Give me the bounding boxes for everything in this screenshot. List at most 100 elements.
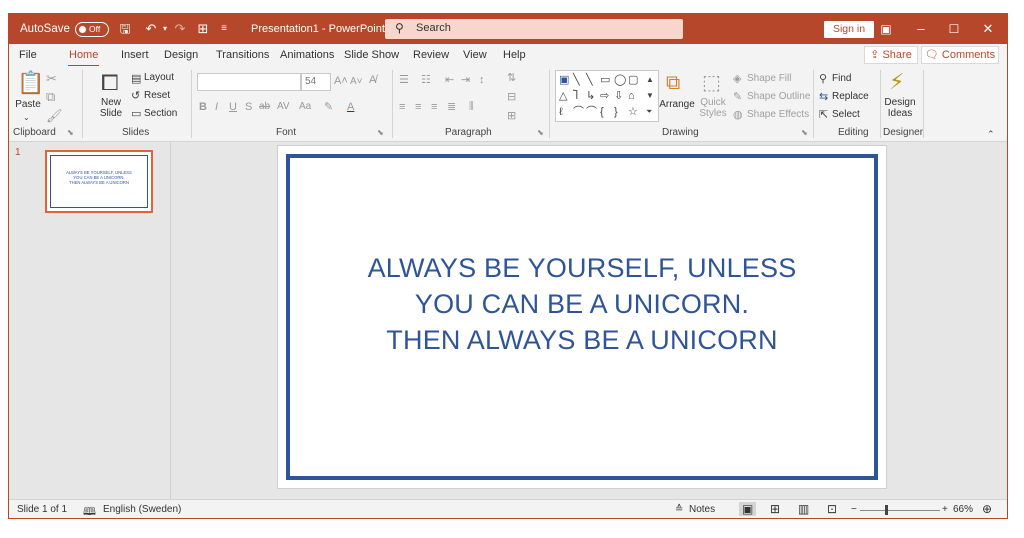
search-box[interactable]: ⚲ Search: [385, 19, 683, 39]
increase-indent-icon[interactable]: ⇥: [461, 73, 470, 87]
close-icon[interactable]: ✕: [973, 14, 1003, 44]
arrange-button[interactable]: Arrange: [659, 99, 695, 110]
start-from-beginning-icon[interactable]: ⊞: [195, 21, 211, 37]
align-left-icon[interactable]: ≡: [399, 100, 405, 114]
smartart-icon[interactable]: ⊞: [507, 109, 516, 123]
drawing-launcher-icon[interactable]: ⬊: [801, 128, 808, 137]
comments-button[interactable]: 🗨 Comments: [921, 46, 999, 64]
cut-icon[interactable]: ✂: [46, 72, 57, 86]
shape-fill-button[interactable]: Shape Fill: [747, 73, 791, 84]
clear-formatting-icon[interactable]: A̸: [369, 73, 376, 87]
tab-review[interactable]: Review: [413, 49, 449, 61]
tab-insert[interactable]: Insert: [121, 49, 149, 61]
decrease-indent-icon[interactable]: ⇤: [445, 73, 454, 87]
tab-file[interactable]: File: [19, 49, 37, 61]
numbering-icon[interactable]: ☷: [421, 73, 431, 87]
elbow-arrow-icon[interactable]: ↳: [586, 89, 595, 103]
zoom-level[interactable]: 66%: [953, 504, 973, 515]
section-button[interactable]: Section: [144, 108, 177, 119]
maximize-icon[interactable]: ☐: [939, 14, 969, 44]
font-launcher-icon[interactable]: ⬊: [377, 128, 384, 137]
highlight-icon[interactable]: ✎: [324, 100, 333, 114]
share-button[interactable]: ⇪ Share: [864, 46, 918, 64]
brace-left-shape-icon[interactable]: {: [600, 105, 604, 119]
arrange-icon[interactable]: ⧉: [666, 72, 680, 94]
tab-transitions[interactable]: Transitions: [216, 49, 269, 61]
right-arrow-shape-icon[interactable]: ⇨: [600, 89, 609, 103]
design-ideas-label-1[interactable]: Design: [881, 97, 919, 108]
slide-canvas[interactable]: ALWAYS BE YOURSELF, UNLESS YOU CAN BE A …: [277, 145, 887, 489]
tab-home[interactable]: Home: [69, 49, 98, 61]
sign-in-button[interactable]: Sign in: [824, 21, 874, 38]
elbow-connector-icon[interactable]: Ⴈ: [573, 89, 578, 103]
arc-shape-icon[interactable]: ⌒: [586, 105, 597, 119]
rounded-rect-shape-icon[interactable]: ▢: [628, 73, 638, 87]
arrow-line-shape-icon[interactable]: ╲: [586, 73, 593, 87]
rectangle-shape-icon[interactable]: ▭: [600, 73, 610, 87]
notes-button[interactable]: Notes: [689, 504, 715, 515]
slide-text-box[interactable]: ALWAYS BE YOURSELF, UNLESS YOU CAN BE A …: [278, 250, 886, 358]
tab-animations[interactable]: Animations: [280, 49, 334, 61]
accessibility-icon[interactable]: 🕮: [83, 503, 96, 518]
strikethrough-icon[interactable]: ab: [259, 100, 270, 114]
triangle-shape-icon[interactable]: △: [559, 89, 567, 103]
font-color-icon[interactable]: A: [347, 100, 354, 114]
flowchart-shape-icon[interactable]: ⌂: [628, 89, 635, 103]
tab-slide-show[interactable]: Slide Show: [344, 49, 399, 61]
quick-styles-label-1[interactable]: Quick: [695, 97, 731, 108]
brace-right-shape-icon[interactable]: }: [614, 105, 618, 119]
design-ideas-label-2[interactable]: Ideas: [881, 108, 919, 119]
columns-icon[interactable]: ⫼: [469, 100, 474, 114]
zoom-slider[interactable]: [860, 510, 940, 511]
shape-effects-icon[interactable]: ◍: [733, 108, 743, 122]
find-icon[interactable]: ⚲: [819, 72, 827, 86]
copy-icon[interactable]: ⧉: [46, 90, 55, 104]
underline-icon[interactable]: U: [229, 100, 237, 114]
shapes-gallery[interactable]: ▣ ╲ ╲ ▭ ◯ ▢ △ Ⴈ ↳ ⇨ ⇩ ⌂ ℓ ⌒ ⌒ { } ☆ ▲ ▼ …: [555, 70, 659, 122]
shadow-icon[interactable]: S: [245, 100, 252, 114]
design-ideas-icon[interactable]: ⚡: [889, 70, 904, 94]
tab-help[interactable]: Help: [503, 49, 526, 61]
text-direction-icon[interactable]: ⇅: [507, 71, 516, 85]
collapse-ribbon-icon[interactable]: ⌃: [987, 127, 995, 141]
align-text-icon[interactable]: ⊟: [507, 90, 516, 104]
slide-sorter-icon[interactable]: ⊞: [770, 502, 780, 516]
quick-styles-icon[interactable]: ⬚: [702, 72, 721, 94]
new-slide-icon[interactable]: ⧠: [101, 71, 119, 95]
curve-shape-icon[interactable]: ℓ: [559, 105, 563, 119]
minimize-icon[interactable]: –: [906, 14, 936, 44]
layout-icon[interactable]: ▤: [131, 72, 141, 86]
justify-icon[interactable]: ≣: [447, 100, 456, 114]
zoom-out-icon[interactable]: −: [851, 504, 857, 515]
select-button[interactable]: Select: [832, 109, 860, 120]
paragraph-launcher-icon[interactable]: ⬊: [537, 128, 544, 137]
new-slide-label-1[interactable]: New: [93, 97, 129, 108]
customize-qat-icon[interactable]: ≡: [216, 21, 232, 37]
decrease-font-icon[interactable]: A˅: [350, 75, 363, 89]
character-spacing-icon[interactable]: AV: [277, 100, 290, 114]
notes-icon[interactable]: ≙: [675, 504, 683, 515]
slideshow-icon[interactable]: ⊡: [827, 502, 837, 516]
tab-view[interactable]: View: [463, 49, 487, 61]
gallery-more-icon[interactable]: ⏷: [646, 105, 652, 119]
tab-design[interactable]: Design: [164, 49, 198, 61]
gallery-scroll-up-icon[interactable]: ▲: [646, 73, 654, 87]
oval-shape-icon[interactable]: ◯: [614, 73, 626, 87]
shape-fill-icon[interactable]: ◈: [733, 72, 741, 86]
zoom-in-icon[interactable]: +: [942, 504, 948, 515]
increase-font-icon[interactable]: A˄: [334, 74, 348, 88]
select-icon[interactable]: ⇱: [819, 108, 828, 122]
new-slide-label-2[interactable]: Slide: [93, 108, 129, 119]
section-icon[interactable]: ▭: [131, 107, 141, 121]
undo-dropdown-icon[interactable]: ▾: [157, 21, 173, 37]
font-name-combo[interactable]: [197, 73, 301, 91]
align-center-icon[interactable]: ≡: [415, 100, 421, 114]
quick-styles-label-2[interactable]: Styles: [695, 108, 731, 119]
replace-icon[interactable]: ⇆: [819, 90, 828, 104]
replace-button[interactable]: Replace: [832, 91, 869, 102]
paste-label[interactable]: Paste: [15, 99, 41, 110]
reading-view-icon[interactable]: ▥: [798, 502, 809, 516]
autosave-toggle[interactable]: Off: [75, 22, 109, 37]
format-painter-icon[interactable]: 🖌: [46, 109, 63, 123]
ribbon-display-options-icon[interactable]: ▣: [871, 14, 901, 44]
